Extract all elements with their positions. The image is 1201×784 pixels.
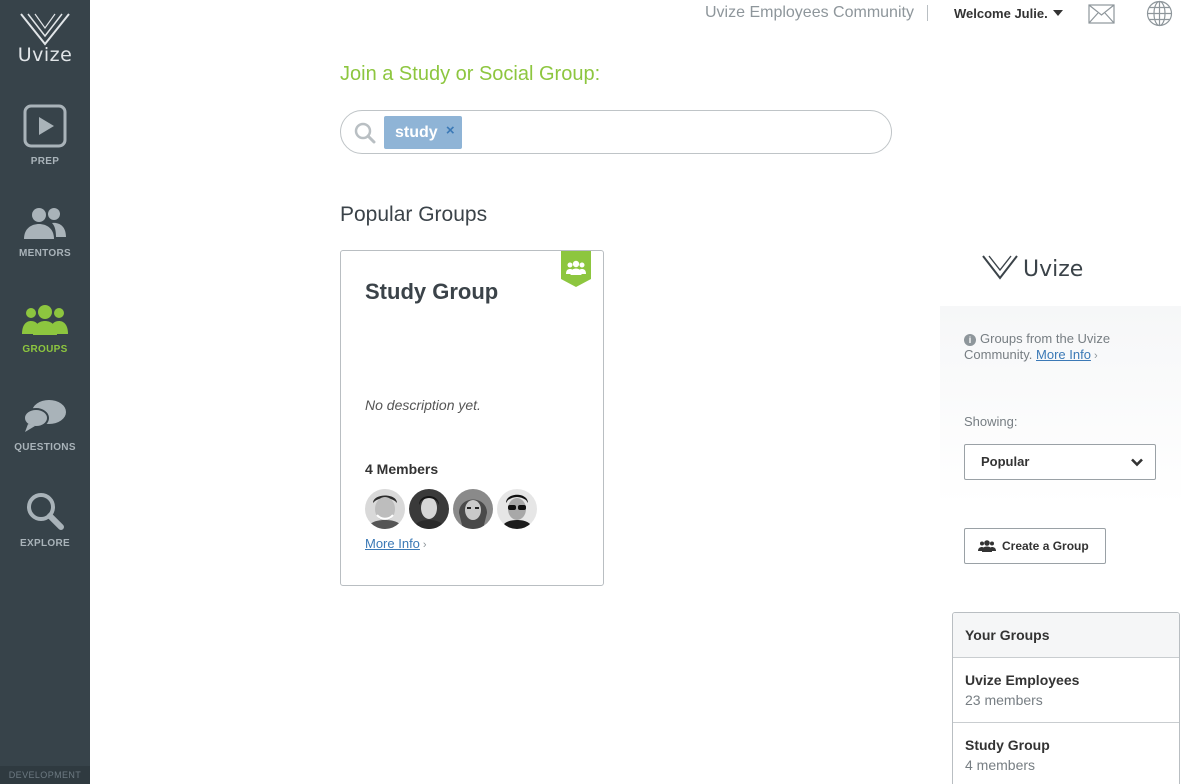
- chevron-right-icon: ›: [422, 539, 427, 551]
- search-icon: [354, 122, 376, 144]
- group-badge-icon: [561, 251, 591, 287]
- your-groups-panel: Your Groups Uvize Employees 23 members S…: [952, 612, 1180, 784]
- sidebar-item-label: QUESTIONS: [14, 442, 76, 453]
- sidebar-item-label: EXPLORE: [20, 538, 70, 549]
- logo-text: Uvize: [17, 44, 73, 66]
- group-search-input[interactable]: study ×: [340, 110, 892, 154]
- uvize-logo-icon: [20, 13, 70, 46]
- community-title: Uvize Employees Community: [705, 4, 914, 21]
- group-card[interactable]: Study Group No description yet. 4 Member…: [340, 250, 604, 586]
- create-group-label: Create a Group: [1002, 539, 1089, 553]
- sidebar-item-explore[interactable]: EXPLORE: [0, 492, 90, 549]
- questions-icon: [23, 400, 66, 432]
- groups-icon: [22, 305, 68, 335]
- group-card-member-count: 4 Members: [365, 461, 439, 477]
- popular-groups-title: Popular Groups: [340, 203, 488, 226]
- chevron-down-icon: [1131, 458, 1143, 467]
- mail-icon[interactable]: [1088, 4, 1115, 24]
- sidebar: Uvize PREP MENTORS GROUPS QUESTIONS EXPL…: [0, 0, 90, 784]
- search-token: study ×: [384, 116, 462, 149]
- environment-label: DEVELOPMENT: [0, 766, 90, 784]
- caret-down-icon: [1052, 10, 1063, 16]
- play-icon: [23, 104, 67, 148]
- group-card-title[interactable]: Study Group: [365, 279, 498, 305]
- sidebar-item-label: PREP: [30, 156, 60, 167]
- create-group-button[interactable]: Create a Group: [964, 528, 1106, 564]
- your-group-member-count: 4 members: [965, 757, 1036, 773]
- chevron-right-icon: ›: [1093, 350, 1098, 362]
- group-card-description: No description yet.: [365, 397, 481, 413]
- sidebar-item-groups[interactable]: GROUPS: [0, 304, 90, 355]
- your-group-item[interactable]: Study Group 4 members: [953, 723, 1179, 784]
- sidebar-item-prep[interactable]: PREP: [0, 104, 90, 167]
- welcome-text: Welcome Julie.: [954, 6, 1048, 21]
- sidebar-item-questions[interactable]: QUESTIONS: [0, 398, 90, 453]
- search-token-label: study: [395, 124, 438, 141]
- sidebar-item-mentors[interactable]: MENTORS: [0, 206, 90, 259]
- your-groups-header: Your Groups: [953, 613, 1179, 658]
- sidebar-item-label: MENTORS: [19, 248, 71, 259]
- info-text-block: i Groups from the Uvize Community. More I…: [964, 331, 1164, 364]
- member-avatars: [365, 489, 537, 529]
- join-group-title: Join a Study or Social Group:: [340, 63, 601, 85]
- info-more-link[interactable]: More Info: [1036, 347, 1091, 362]
- uvize-brand-logo: Uvize: [982, 255, 1083, 281]
- your-group-member-count: 23 members: [965, 692, 1043, 708]
- your-group-name: Study Group: [965, 737, 1050, 753]
- avatar[interactable]: [497, 489, 537, 529]
- mentors-icon: [24, 208, 66, 239]
- sidebar-logo[interactable]: Uvize: [0, 12, 90, 66]
- remove-token-icon[interactable]: ×: [446, 114, 455, 147]
- avatar[interactable]: [409, 489, 449, 529]
- explore-icon: [27, 493, 64, 530]
- group-icon: [978, 540, 996, 552]
- showing-select[interactable]: Popular: [964, 444, 1156, 480]
- your-group-item[interactable]: Uvize Employees 23 members: [953, 658, 1179, 723]
- more-info-link[interactable]: More Info: [365, 536, 420, 551]
- sidebar-item-label: GROUPS: [22, 344, 68, 355]
- avatar[interactable]: [365, 489, 405, 529]
- your-group-name: Uvize Employees: [965, 672, 1080, 688]
- topbar-divider: [927, 5, 928, 21]
- globe-icon[interactable]: [1146, 0, 1173, 27]
- showing-select-value: Popular: [981, 454, 1030, 469]
- showing-label: Showing:: [964, 414, 1018, 429]
- brand-logo-text: Uvize: [1023, 257, 1083, 281]
- group-more-info: More Info ›: [365, 536, 427, 551]
- avatar[interactable]: [453, 489, 493, 529]
- info-icon: i: [964, 334, 976, 346]
- user-menu[interactable]: Welcome Julie.: [954, 6, 1063, 21]
